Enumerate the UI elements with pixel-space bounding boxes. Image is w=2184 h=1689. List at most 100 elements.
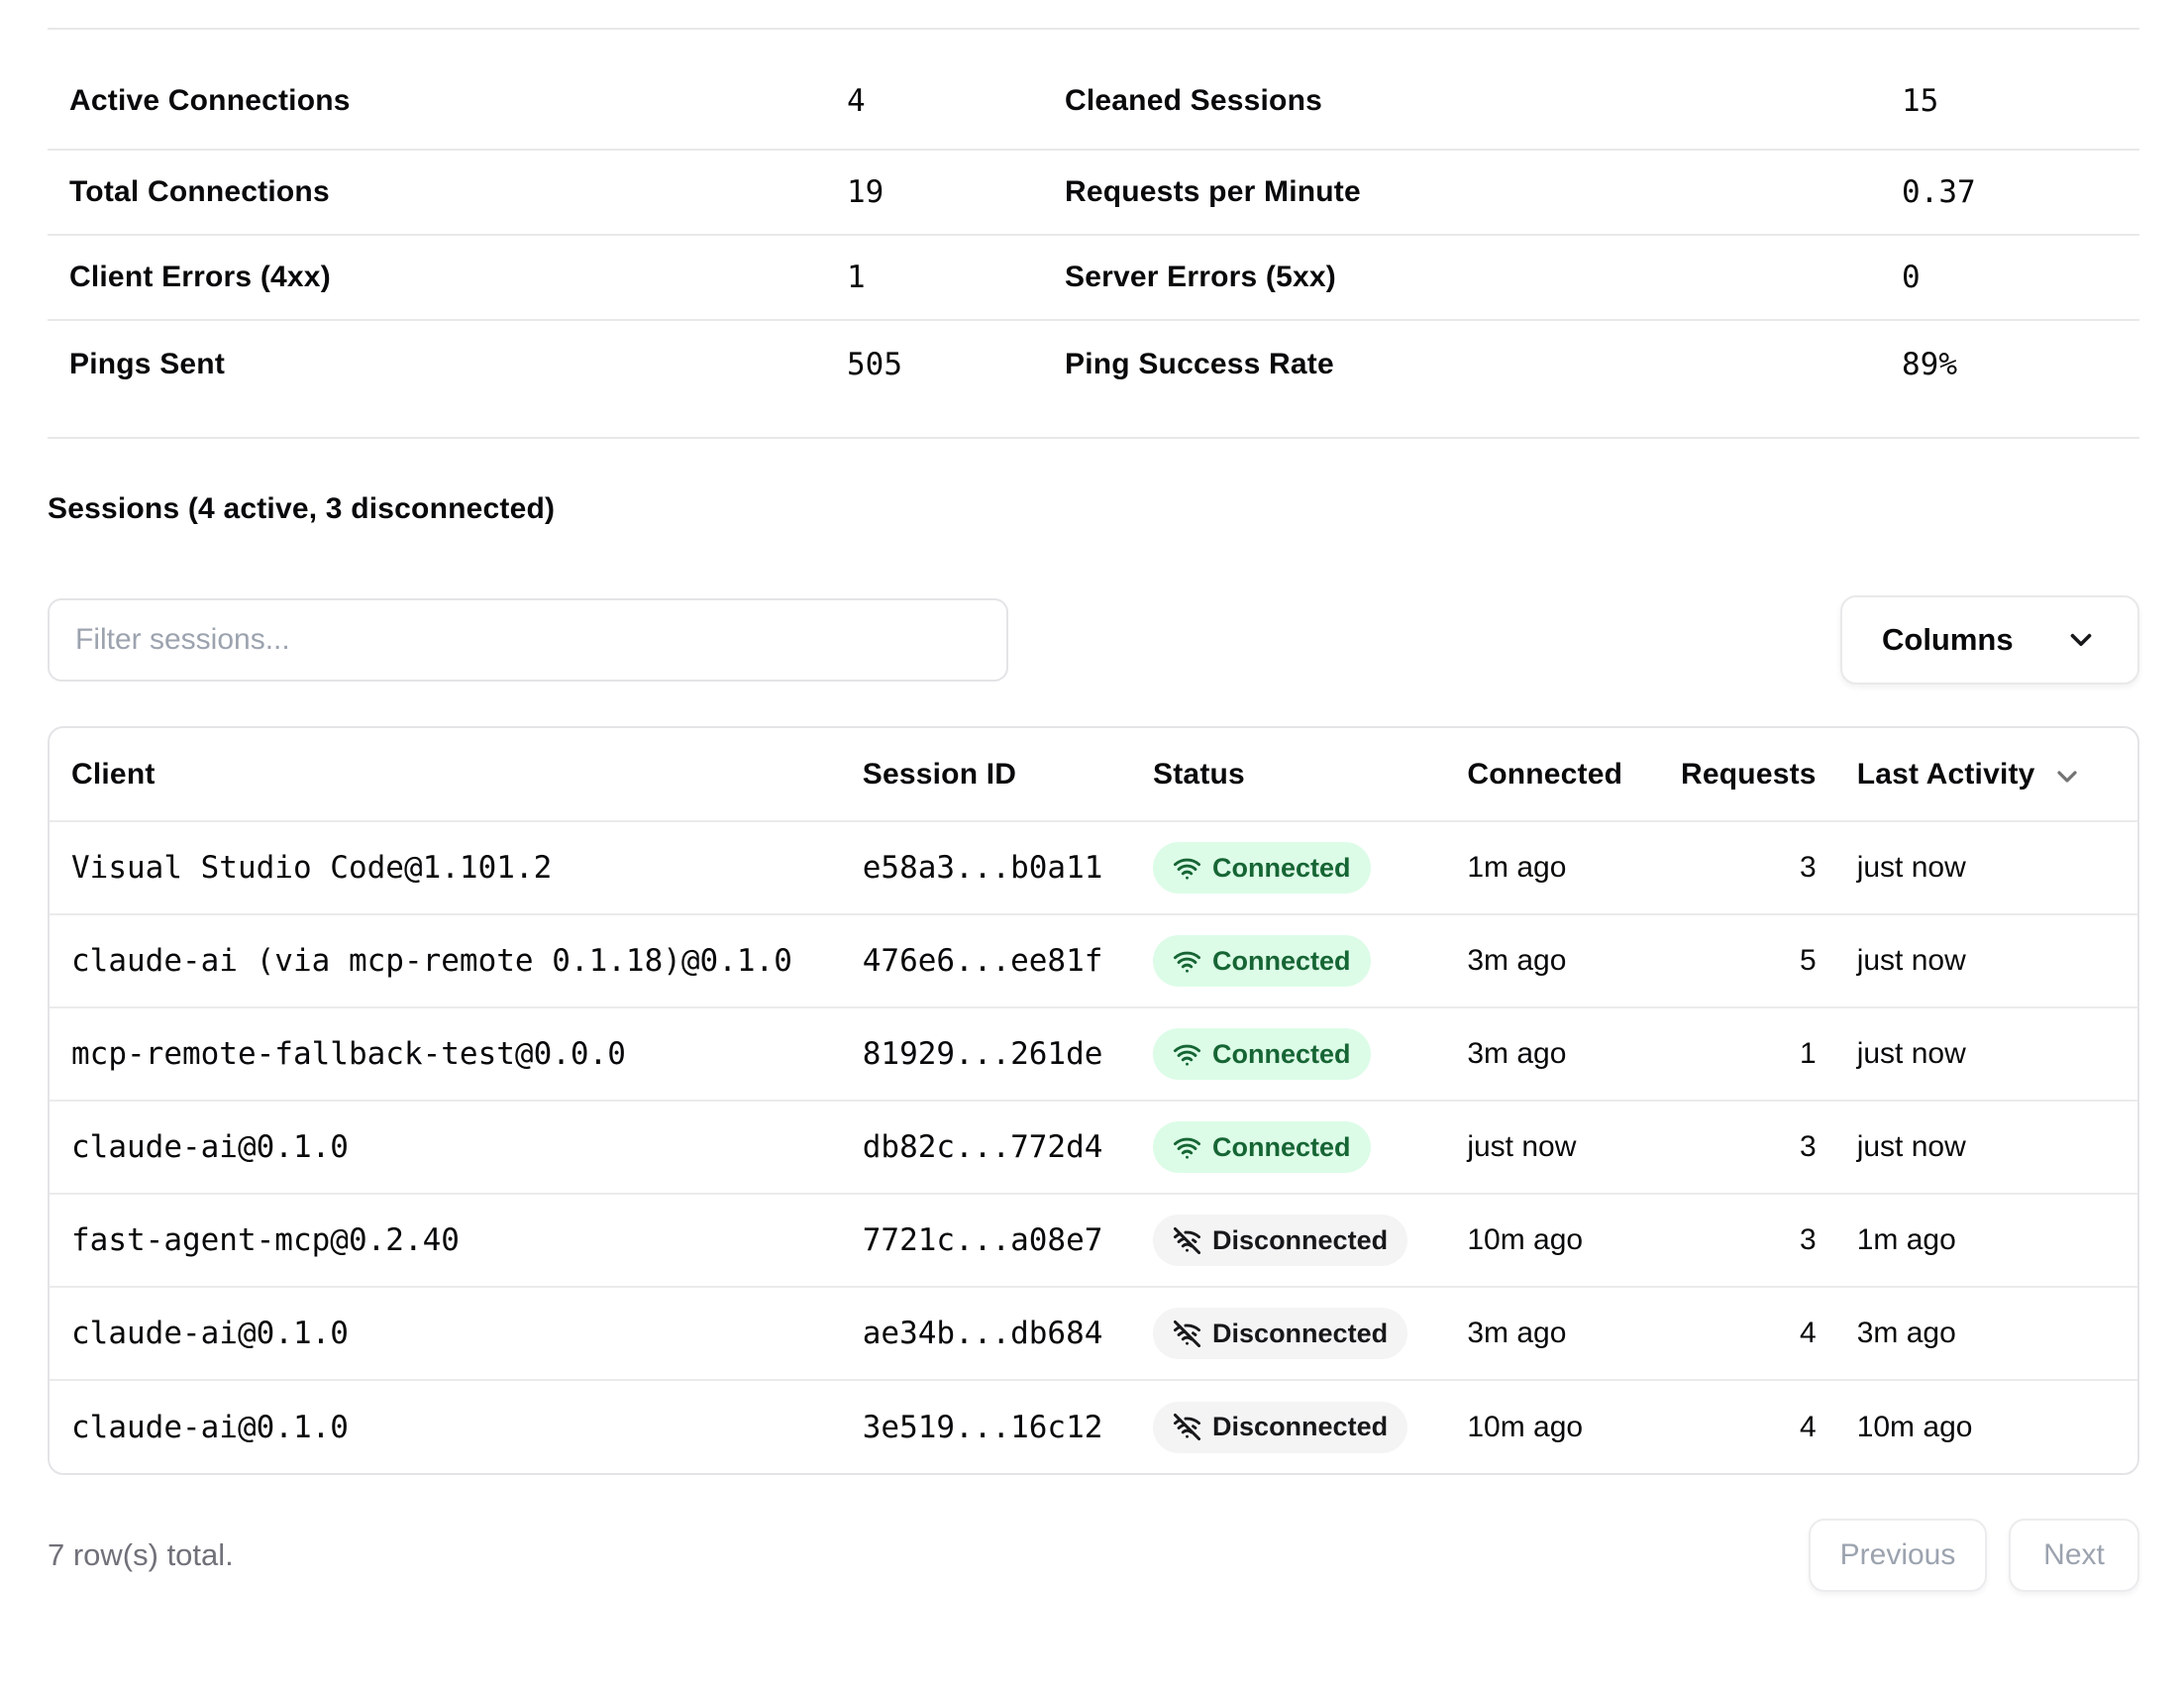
last-activity-cell: just now	[1824, 1007, 2137, 1101]
columns-button-label: Columns	[1882, 622, 2014, 658]
session-id-cell: 7721c...a08e7	[853, 1194, 1135, 1287]
filter-sessions-input[interactable]	[48, 598, 1008, 682]
client-cell: claude-ai@0.1.0	[50, 1287, 853, 1380]
wifi-icon	[1173, 1040, 1201, 1069]
stats-row: Client Errors (4xx) 1 Server Errors (5xx…	[48, 236, 2139, 321]
requests-cell: 3	[1661, 1101, 1824, 1194]
status-badge: Disconnected	[1153, 1402, 1407, 1453]
requests-cell: 3	[1661, 821, 1824, 914]
sessions-toolbar: Columns	[48, 595, 2139, 685]
connected-cell: 1m ago	[1447, 821, 1660, 914]
rows-total-text: 7 row(s) total.	[48, 1537, 234, 1573]
stat-value: 0	[1902, 260, 2139, 295]
sort-chevron-down-icon	[2051, 757, 2083, 792]
status-badge: Connected	[1153, 935, 1371, 987]
client-cell: claude-ai@0.1.0	[50, 1380, 853, 1473]
col-header-last-activity-sort[interactable]: Last Activity	[1857, 757, 2083, 792]
dashboard-page: Active Connections 4 Cleaned Sessions 15…	[0, 0, 2184, 1592]
connected-cell: 3m ago	[1447, 914, 1660, 1007]
requests-cell: 4	[1661, 1380, 1824, 1473]
session-id-cell: db82c...772d4	[853, 1101, 1135, 1194]
stat-value: 505	[825, 347, 1065, 382]
stat-value: 0.37	[1902, 174, 2139, 210]
stat-label: Client Errors (4xx)	[48, 261, 825, 294]
previous-page-button[interactable]: Previous	[1809, 1519, 1987, 1592]
stat-label: Cleaned Sessions	[1065, 84, 1902, 118]
session-row: mcp-remote-fallback-test@0.0.0 81929...2…	[50, 1007, 2137, 1101]
connected-cell: 3m ago	[1447, 1287, 1660, 1380]
pagination: Previous Next	[1809, 1519, 2139, 1592]
last-activity-cell: 3m ago	[1824, 1287, 2137, 1380]
session-id-cell: e58a3...b0a11	[853, 821, 1135, 914]
session-row: claude-ai@0.1.0 3e519...16c12 Disconnect…	[50, 1380, 2137, 1473]
stat-label: Server Errors (5xx)	[1065, 261, 1902, 294]
connected-cell: 10m ago	[1447, 1380, 1660, 1473]
wifi-off-icon	[1173, 1320, 1201, 1348]
col-header-connected: Connected	[1447, 728, 1660, 821]
status-badge: Connected	[1153, 1121, 1371, 1173]
stats-row: Active Connections 4 Cleaned Sessions 15	[48, 30, 2139, 151]
stat-value: 4	[825, 83, 1065, 119]
client-cell: fast-agent-mcp@0.2.40	[50, 1194, 853, 1287]
wifi-off-icon	[1173, 1226, 1201, 1255]
col-header-last-activity-label: Last Activity	[1857, 758, 2035, 792]
connected-cell: just now	[1447, 1101, 1660, 1194]
stat-value: 15	[1902, 83, 2139, 119]
session-id-cell: ae34b...db684	[853, 1287, 1135, 1380]
wifi-icon	[1173, 1133, 1201, 1162]
connected-cell: 3m ago	[1447, 1007, 1660, 1101]
requests-cell: 4	[1661, 1287, 1824, 1380]
status-badge: Disconnected	[1153, 1214, 1407, 1266]
client-cell: claude-ai@0.1.0	[50, 1101, 853, 1194]
sessions-table-card: Client Session ID Status Connected Reque…	[48, 726, 2139, 1475]
stat-label: Active Connections	[48, 84, 825, 118]
requests-cell: 5	[1661, 914, 1824, 1007]
sessions-table: Client Session ID Status Connected Reque…	[50, 728, 2137, 1473]
requests-cell: 3	[1661, 1194, 1824, 1287]
wifi-icon	[1173, 854, 1201, 883]
session-row: Visual Studio Code@1.101.2 e58a3...b0a11…	[50, 821, 2137, 914]
session-row: claude-ai@0.1.0 db82c...772d4 Connected …	[50, 1101, 2137, 1194]
status-badge: Disconnected	[1153, 1308, 1407, 1359]
stat-label: Total Connections	[48, 175, 825, 209]
col-header-client: Client	[50, 728, 853, 821]
session-row: claude-ai@0.1.0 ae34b...db684 Disconnect…	[50, 1287, 2137, 1380]
columns-button[interactable]: Columns	[1840, 595, 2139, 685]
table-header-row: Client Session ID Status Connected Reque…	[50, 728, 2137, 821]
connected-cell: 10m ago	[1447, 1194, 1660, 1287]
stat-label: Pings Sent	[48, 348, 825, 381]
stat-value: 1	[825, 260, 1065, 295]
session-id-cell: 3e519...16c12	[853, 1380, 1135, 1473]
chevron-down-icon	[2064, 623, 2098, 657]
last-activity-cell: just now	[1824, 1101, 2137, 1194]
session-row: claude-ai (via mcp-remote 0.1.18)@0.1.0 …	[50, 914, 2137, 1007]
client-cell: mcp-remote-fallback-test@0.0.0	[50, 1007, 853, 1101]
stat-label: Requests per Minute	[1065, 175, 1902, 209]
wifi-off-icon	[1173, 1413, 1201, 1441]
stats-row: Pings Sent 505 Ping Success Rate 89%	[48, 321, 2139, 439]
stats-table: Active Connections 4 Cleaned Sessions 15…	[48, 28, 2139, 439]
session-id-cell: 476e6...ee81f	[853, 914, 1135, 1007]
session-row: fast-agent-mcp@0.2.40 7721c...a08e7 Disc…	[50, 1194, 2137, 1287]
sessions-heading: Sessions (4 active, 3 disconnected)	[48, 492, 2139, 526]
stat-value: 19	[825, 174, 1065, 210]
col-header-requests: Requests	[1661, 728, 1824, 821]
client-cell: claude-ai (via mcp-remote 0.1.18)@0.1.0	[50, 914, 853, 1007]
requests-cell: 1	[1661, 1007, 1824, 1101]
last-activity-cell: just now	[1824, 821, 2137, 914]
wifi-icon	[1173, 947, 1201, 976]
next-page-button[interactable]: Next	[2009, 1519, 2139, 1592]
stat-label: Ping Success Rate	[1065, 348, 1902, 381]
stat-value: 89%	[1902, 347, 2139, 382]
last-activity-cell: 10m ago	[1824, 1380, 2137, 1473]
col-header-session-id: Session ID	[853, 728, 1135, 821]
table-footer: 7 row(s) total. Previous Next	[48, 1519, 2139, 1592]
status-badge: Connected	[1153, 842, 1371, 894]
col-header-status: Status	[1135, 728, 1447, 821]
client-cell: Visual Studio Code@1.101.2	[50, 821, 853, 914]
stats-row: Total Connections 19 Requests per Minute…	[48, 151, 2139, 236]
last-activity-cell: 1m ago	[1824, 1194, 2137, 1287]
last-activity-cell: just now	[1824, 914, 2137, 1007]
status-badge: Connected	[1153, 1028, 1371, 1080]
session-id-cell: 81929...261de	[853, 1007, 1135, 1101]
